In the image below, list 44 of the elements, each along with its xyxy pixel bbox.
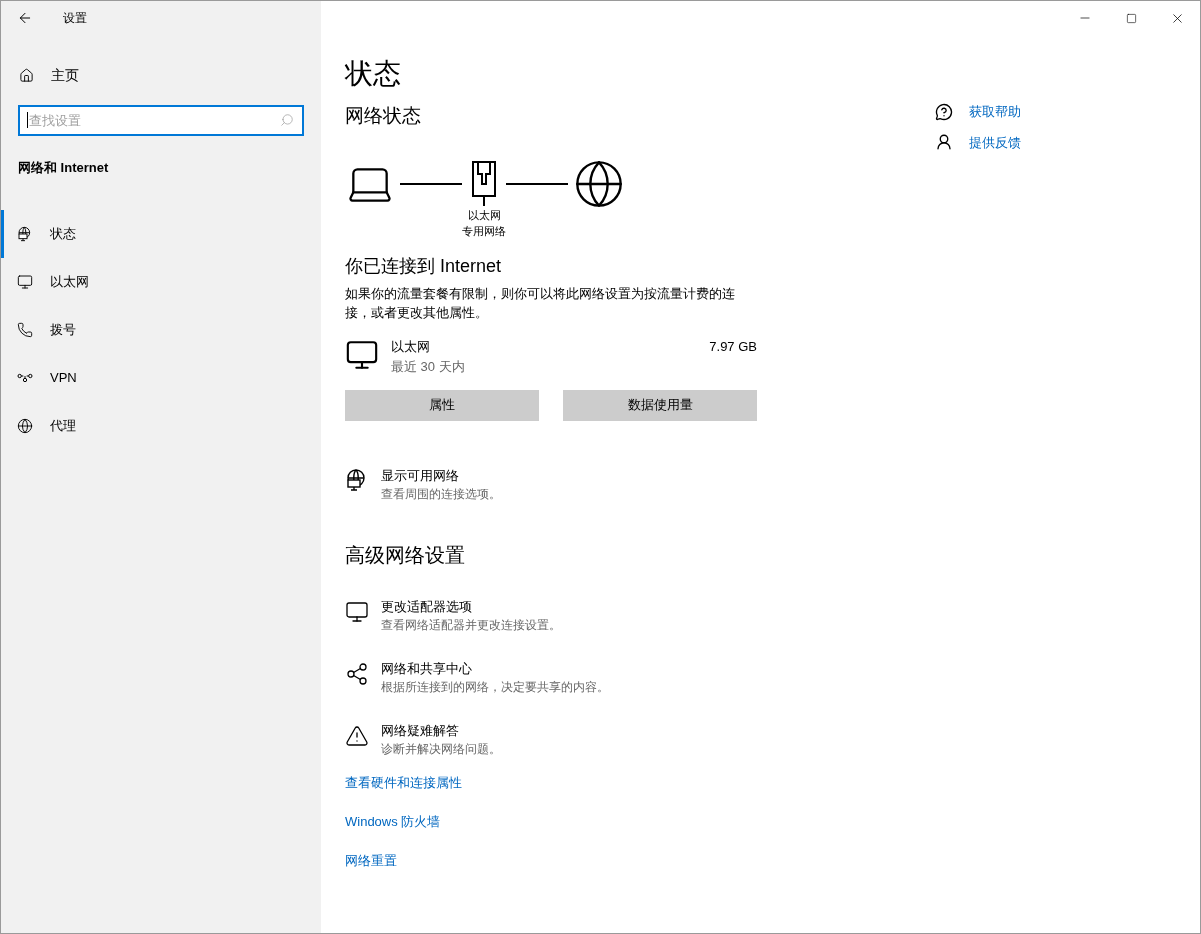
adapter-label: 以太网	[467, 207, 501, 223]
section-heading: 网络和 Internet	[18, 159, 109, 177]
settings-link[interactable]: 网络疑难解答 诊断并解决网络问题。	[345, 721, 757, 758]
feedback-icon	[935, 133, 953, 152]
text-link[interactable]: 网络重置	[345, 850, 397, 871]
network-profile-label: 专用网络	[462, 223, 506, 239]
show-networks-link[interactable]: 显示可用网络 查看周围的连接选项。	[345, 466, 757, 503]
settings-link[interactable]: 更改适配器选项 查看网络适配器并更改连接设置。	[345, 597, 757, 634]
settings-link[interactable]: 网络和共享中心 根据所连接到的网络，决定要共享的内容。	[345, 659, 757, 696]
home-link[interactable]: 主页	[1, 57, 321, 93]
maximize-icon	[1125, 12, 1137, 24]
nav-item[interactable]: 拨号	[1, 305, 321, 354]
network-status-icon	[17, 225, 33, 242]
usage-name: 以太网	[391, 337, 431, 356]
nav-item[interactable]: VPN	[1, 353, 321, 402]
share-icon	[345, 661, 369, 686]
globe-icon	[17, 417, 33, 434]
search-field[interactable]: 查找设置	[18, 105, 304, 136]
nav-item[interactable]: 状态	[1, 209, 321, 258]
usage-amount: 7.97 GB	[709, 337, 757, 356]
page-title: 状态	[345, 57, 401, 91]
phone-icon	[17, 321, 33, 338]
text-link[interactable]: 查看硬件和连接属性	[345, 772, 462, 793]
connection-description: 如果你的流量套餐有限制，则你可以将此网络设置为按流量计费的连接，或者更改其他属性。	[345, 284, 736, 322]
monitor-icon	[345, 599, 369, 624]
usage-period: 最近 30 天内	[391, 357, 465, 376]
section-heading: 网络状态	[345, 104, 421, 128]
ethernet-port-icon	[471, 160, 497, 207]
section-heading: 高级网络设置	[345, 542, 465, 568]
window-title: 设置	[63, 10, 87, 27]
search-icon	[280, 113, 294, 127]
help-icon	[935, 102, 953, 121]
back-icon	[17, 10, 33, 26]
monitor-icon	[17, 273, 33, 290]
help-link[interactable]: 获取帮助	[935, 102, 1021, 122]
warning-icon	[345, 723, 369, 748]
action-button[interactable]: 数据使用量	[563, 389, 757, 421]
help-link[interactable]: 提供反馈	[935, 132, 1021, 152]
home-icon	[19, 67, 34, 83]
text-link[interactable]: Windows 防火墙	[345, 811, 441, 832]
nav-item[interactable]: 代理	[1, 401, 321, 450]
nav-item[interactable]: 以太网	[1, 257, 321, 306]
action-button[interactable]: 属性	[345, 389, 539, 421]
connection-heading: 你已连接到 Internet	[345, 254, 502, 278]
